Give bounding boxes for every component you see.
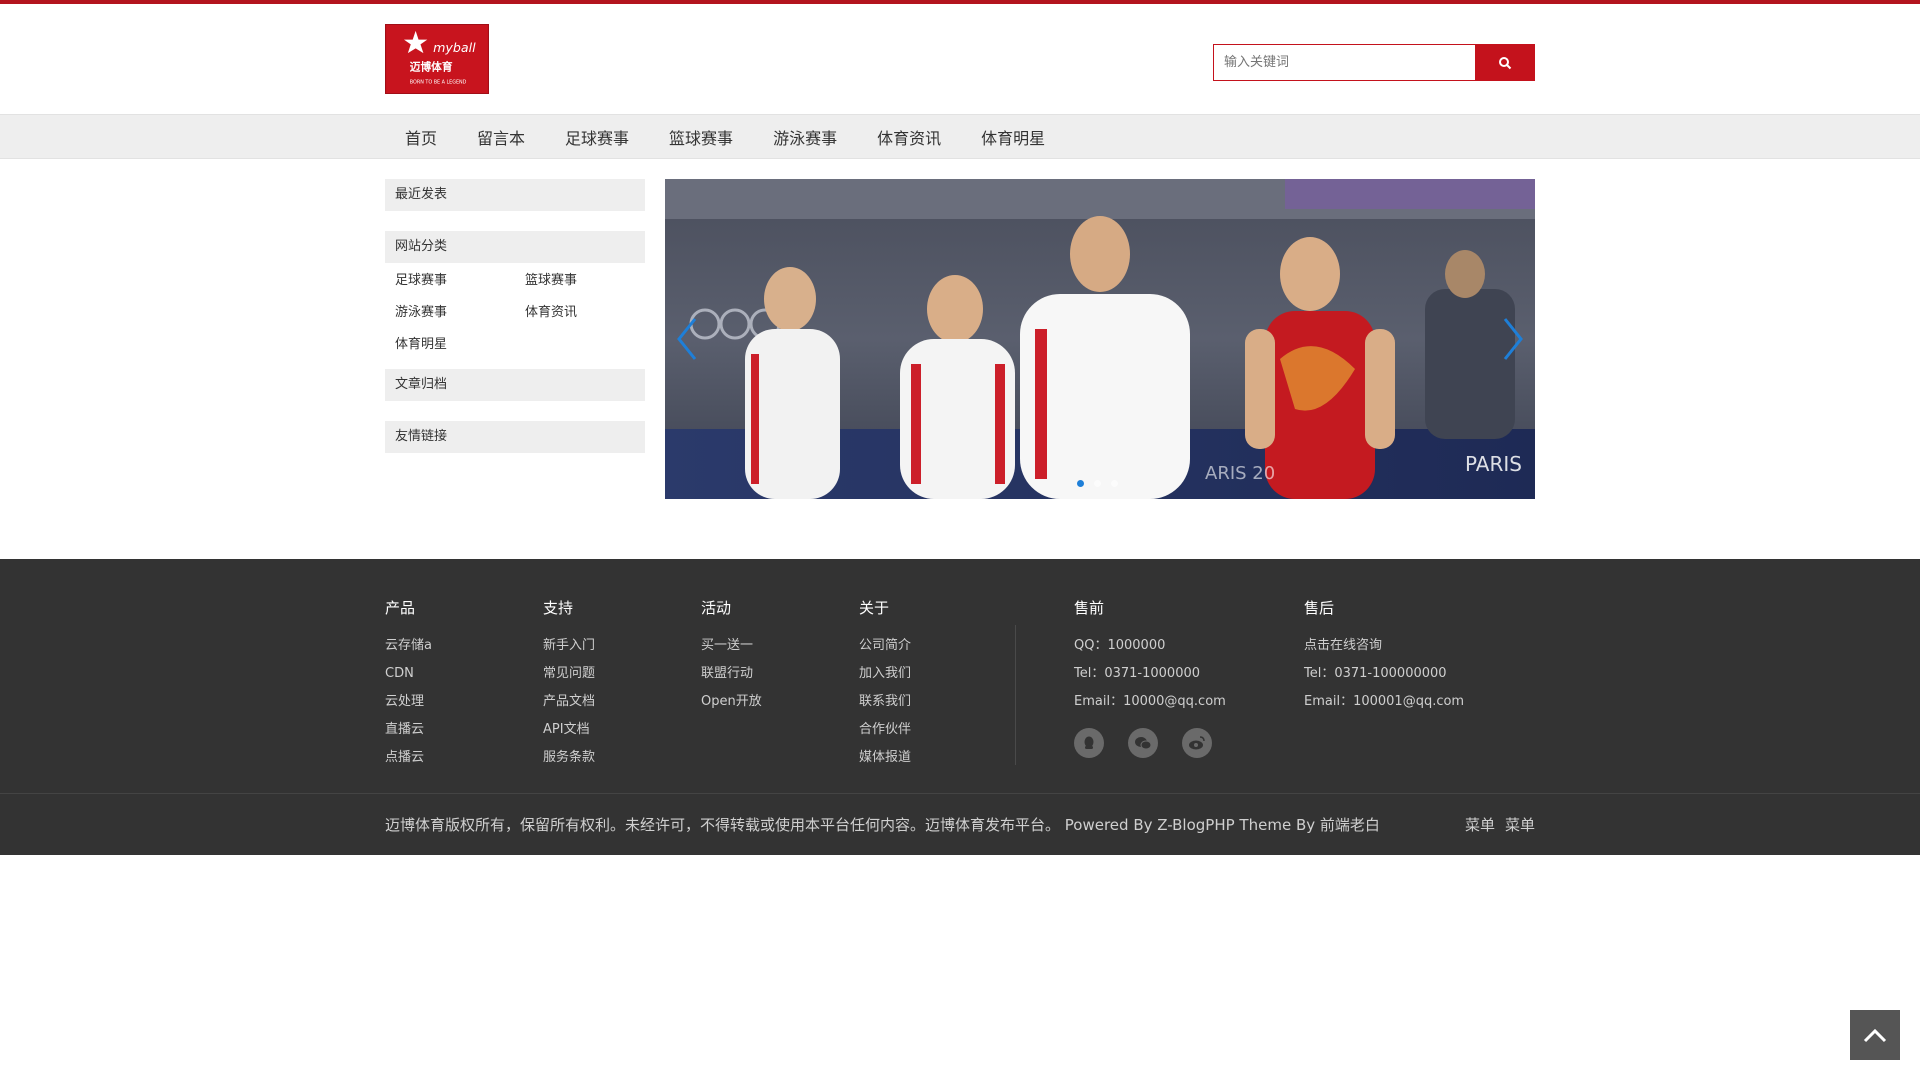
recent-posts-heading: 最近发表 bbox=[385, 179, 645, 211]
footer-link[interactable]: 常见问题 bbox=[543, 660, 595, 688]
presale-tel: Tel：0371-1000000 bbox=[1074, 666, 1201, 681]
aftersale-email: Email：100001@qq.com bbox=[1304, 694, 1465, 709]
copyright-bar: 迈博体育版权所有，保留所有权利。未经许可，不得转载或使用本平台任何内容。迈博体育… bbox=[0, 793, 1920, 855]
footer-support-title: 支持 bbox=[543, 599, 574, 617]
nav-item-guestbook[interactable]: 留言本 bbox=[457, 125, 545, 149]
wechat-icon[interactable] bbox=[1128, 728, 1158, 758]
site-logo[interactable]: myball 迈博体育 BORN TO BE A LEGEND bbox=[385, 24, 489, 94]
social-icons bbox=[1074, 728, 1226, 758]
footer: 产品 云存储a CDN 云处理 直播云 点播云 支持 新手入门 常见问题 产品文… bbox=[0, 559, 1920, 855]
friend-links-heading: 友情链接 bbox=[385, 421, 645, 453]
footer-col-support: 支持 新手入门 常见问题 产品文档 API文档 服务条款 bbox=[543, 597, 595, 772]
footer-link[interactable]: 直播云 bbox=[385, 716, 432, 744]
main-nav: 首页 留言本 足球赛事 篮球赛事 游泳赛事 体育资讯 体育明星 bbox=[0, 114, 1920, 159]
footer-link[interactable]: 产品文档 bbox=[543, 688, 595, 716]
svg-text:PARIS: PARIS bbox=[1465, 452, 1522, 476]
nav-item-home[interactable]: 首页 bbox=[385, 125, 457, 149]
presale-email: Email：10000@qq.com bbox=[1074, 694, 1226, 709]
footer-link[interactable]: Open开放 bbox=[701, 688, 762, 716]
slider-prev-arrow[interactable] bbox=[673, 314, 703, 364]
footer-link[interactable]: 联盟行动 bbox=[701, 660, 762, 688]
footer-aftersale-title: 售后 bbox=[1304, 599, 1335, 617]
footer-link[interactable]: 合作伙伴 bbox=[859, 716, 911, 744]
category-link-basketball[interactable]: 篮球赛事 bbox=[525, 271, 655, 291]
footer-menu-link[interactable]: 菜单 bbox=[1505, 814, 1535, 835]
slider-next-arrow[interactable] bbox=[1497, 314, 1527, 364]
footer-link[interactable]: 云处理 bbox=[385, 688, 432, 716]
slider-dot-1[interactable] bbox=[1077, 480, 1084, 487]
footer-col-about: 关于 公司简介 加入我们 联系我们 合作伙伴 媒体报道 bbox=[859, 597, 911, 772]
footer-col-aftersale: 售后 点击在线咨询 Tel：0371-100000000 Email：10000… bbox=[1304, 597, 1464, 716]
weibo-icon[interactable] bbox=[1182, 728, 1212, 758]
footer-menu-link[interactable]: 菜单 bbox=[1465, 814, 1495, 835]
footer-col-presale: 售前 QQ：1000000 Tel：0371-1000000 Email：100… bbox=[1074, 597, 1226, 758]
footer-link[interactable]: 联系我们 bbox=[859, 688, 911, 716]
archive-heading: 文章归档 bbox=[385, 369, 645, 401]
chevron-up-icon bbox=[1863, 1028, 1887, 1043]
search-button[interactable] bbox=[1475, 44, 1535, 81]
footer-link[interactable]: 点播云 bbox=[385, 744, 432, 772]
slider-dots bbox=[1077, 480, 1118, 487]
category-link-football[interactable]: 足球赛事 bbox=[395, 271, 525, 291]
footer-presale-title: 售前 bbox=[1074, 599, 1105, 617]
back-to-top-button[interactable] bbox=[1850, 1010, 1900, 1060]
footer-col-product: 产品 云存储a CDN 云处理 直播云 点播云 bbox=[385, 597, 432, 772]
footer-link[interactable]: 新手入门 bbox=[543, 632, 595, 660]
footer-link[interactable]: 服务条款 bbox=[543, 744, 595, 772]
svg-text:myball: myball bbox=[433, 40, 476, 55]
nav-item-sports-stars[interactable]: 体育明星 bbox=[961, 125, 1065, 149]
nav-item-swimming[interactable]: 游泳赛事 bbox=[753, 125, 857, 149]
footer-col-activity: 活动 买一送一 联盟行动 Open开放 bbox=[701, 597, 762, 716]
nav-item-sports-news[interactable]: 体育资讯 bbox=[857, 125, 961, 149]
category-link-swimming[interactable]: 游泳赛事 bbox=[395, 303, 525, 323]
slider-photo: PARIS ARIS 20 bbox=[665, 179, 1535, 499]
footer-link[interactable]: 买一送一 bbox=[701, 632, 762, 660]
category-link-sports-news[interactable]: 体育资讯 bbox=[525, 303, 655, 323]
footer-link[interactable]: 公司简介 bbox=[859, 632, 911, 660]
footer-link[interactable]: 加入我们 bbox=[859, 660, 911, 688]
sidebar: 最近发表 网站分类 足球赛事 篮球赛事 游泳赛事 体育资讯 体育明星 文章归档 … bbox=[385, 179, 645, 473]
image-slider[interactable]: PARIS ARIS 20 bbox=[665, 179, 1535, 499]
svg-text:ARIS 20: ARIS 20 bbox=[1205, 463, 1275, 484]
slider-dot-3[interactable] bbox=[1111, 480, 1118, 487]
category-link-sports-stars[interactable]: 体育明星 bbox=[395, 335, 525, 355]
footer-divider bbox=[1015, 625, 1016, 765]
search-icon bbox=[1499, 56, 1512, 69]
search-input[interactable] bbox=[1213, 44, 1475, 81]
online-consult-link[interactable]: 点击在线咨询 bbox=[1304, 632, 1464, 660]
qq-icon[interactable] bbox=[1074, 728, 1104, 758]
slider-dot-2[interactable] bbox=[1094, 480, 1101, 487]
footer-activity-title: 活动 bbox=[701, 599, 732, 617]
footer-link[interactable]: API文档 bbox=[543, 716, 595, 744]
presale-qq: QQ：1000000 bbox=[1074, 638, 1166, 653]
categories-heading: 网站分类 bbox=[385, 231, 645, 263]
footer-link[interactable]: 媒体报道 bbox=[859, 744, 911, 772]
footer-about-title: 关于 bbox=[859, 599, 890, 617]
footer-link[interactable]: 云存储a bbox=[385, 632, 432, 660]
copyright-text: 迈博体育版权所有，保留所有权利。未经许可，不得转载或使用本平台任何内容。迈博体育… bbox=[385, 815, 1380, 834]
search-box bbox=[1213, 44, 1535, 81]
svg-text:迈博体育: 迈博体育 bbox=[410, 61, 453, 74]
aftersale-tel: Tel：0371-100000000 bbox=[1304, 666, 1447, 681]
svg-text:BORN TO BE A LEGEND: BORN TO BE A LEGEND bbox=[410, 79, 467, 85]
nav-item-football[interactable]: 足球赛事 bbox=[545, 125, 649, 149]
main-content: 最近发表 网站分类 足球赛事 篮球赛事 游泳赛事 体育资讯 体育明星 文章归档 … bbox=[385, 159, 1535, 559]
footer-menu-links: 菜单 菜单 bbox=[1465, 814, 1535, 835]
footer-product-title: 产品 bbox=[385, 599, 416, 617]
header: myball 迈博体育 BORN TO BE A LEGEND bbox=[0, 4, 1920, 114]
footer-link[interactable]: CDN bbox=[385, 660, 432, 688]
logo-graphic: myball 迈博体育 BORN TO BE A LEGEND bbox=[386, 25, 488, 93]
nav-item-basketball[interactable]: 篮球赛事 bbox=[649, 125, 753, 149]
category-list: 足球赛事 篮球赛事 游泳赛事 体育资讯 体育明星 bbox=[385, 271, 645, 355]
